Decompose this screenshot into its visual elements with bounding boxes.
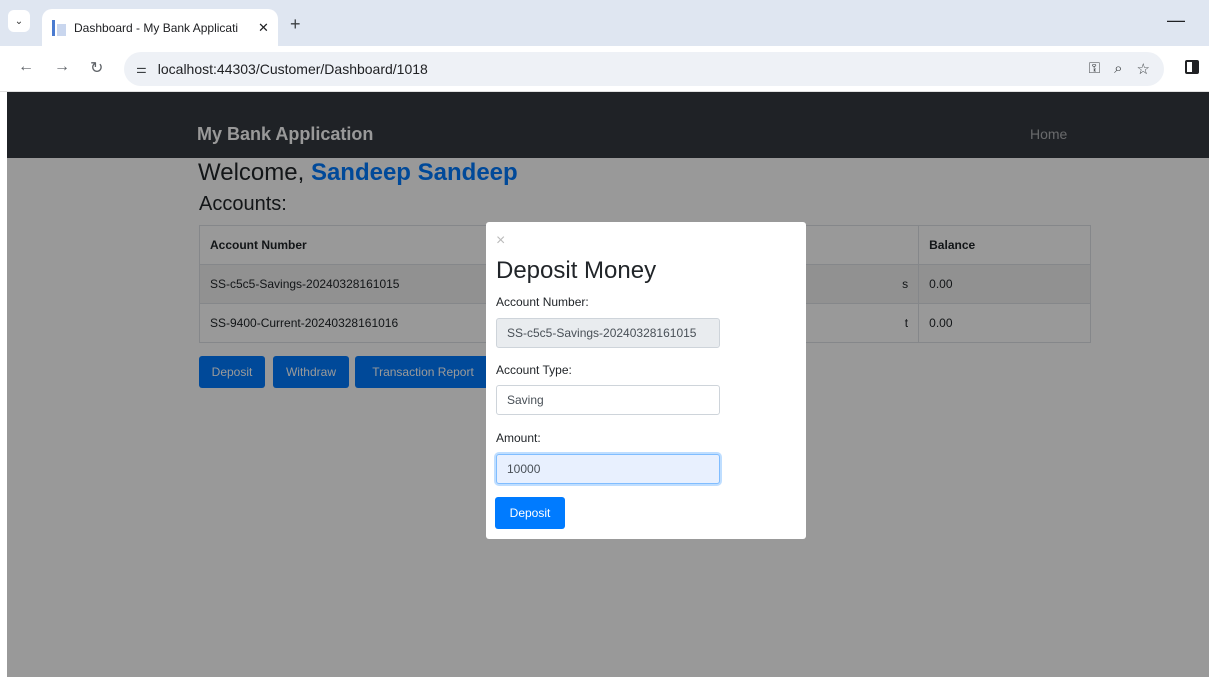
- account-type-field[interactable]: [496, 385, 720, 415]
- site-settings-icon[interactable]: ⚌: [136, 62, 147, 76]
- browser-tabstrip: ⌄ Dashboard - My Bank Applicati ✕ + —: [0, 0, 1209, 46]
- back-arrow-icon[interactable]: ←: [18, 58, 34, 76]
- modal-close-icon[interactable]: ×: [496, 232, 505, 250]
- zoom-icon[interactable]: ⌕: [1114, 60, 1122, 78]
- forward-arrow-icon[interactable]: →: [54, 58, 70, 76]
- tab-search-chevron-icon[interactable]: ⌄: [8, 10, 30, 32]
- browser-tab[interactable]: Dashboard - My Bank Applicati ✕: [42, 9, 278, 46]
- url-text[interactable]: localhost:44303/Customer/Dashboard/1018: [158, 61, 428, 77]
- reload-icon[interactable]: ↻: [90, 58, 103, 78]
- address-bar[interactable]: ⚌ localhost:44303/Customer/Dashboard/101…: [124, 52, 1164, 86]
- side-panel-icon[interactable]: [1185, 60, 1199, 74]
- amount-label: Amount:: [496, 431, 541, 445]
- tab-close-icon[interactable]: ✕: [258, 20, 269, 36]
- amount-field[interactable]: [496, 454, 720, 484]
- account-number-field[interactable]: [496, 318, 720, 348]
- account-type-label: Account Type:: [496, 363, 572, 377]
- modal-title: Deposit Money: [496, 257, 657, 284]
- password-key-icon[interactable]: ⚿: [1089, 60, 1100, 78]
- web-page: My Bank Application Home Welcome, Sandee…: [7, 92, 1209, 677]
- deposit-submit-button[interactable]: Deposit: [495, 497, 565, 529]
- bookmark-star-icon[interactable]: ☆: [1137, 60, 1150, 78]
- account-number-label: Account Number:: [496, 295, 589, 309]
- tab-title: Dashboard - My Bank Applicati: [74, 20, 239, 35]
- new-tab-icon[interactable]: +: [290, 14, 301, 35]
- minimize-window-icon[interactable]: —: [1167, 10, 1185, 31]
- deposit-modal: × Deposit Money Account Number: Account …: [486, 222, 806, 539]
- browser-toolbar: ← → ↻ ⚌ localhost:44303/Customer/Dashboa…: [0, 46, 1209, 92]
- page-favicon-icon: [52, 19, 66, 36]
